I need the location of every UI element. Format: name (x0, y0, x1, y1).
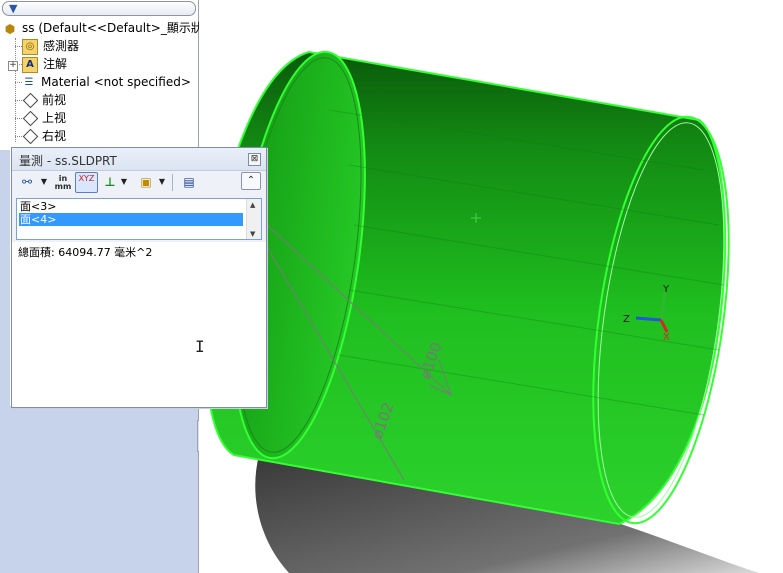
list-item-selected[interactable]: 面<4> (19, 213, 243, 226)
triad-x-label: X (663, 332, 670, 343)
tree-item-label: 右视 (42, 129, 67, 143)
tree-filter-bar[interactable]: ▼ (2, 1, 196, 16)
measure-toolbar: ⚯ ▼ in mm XYZ ⊥ ▼ ▣ ▼ ▤ ⌃ (12, 170, 266, 194)
model-view: ⌀100 ⌀102 Y Z X (204, 50, 759, 573)
tree-item-material[interactable]: ☰ Material <not specified> (22, 73, 191, 91)
sensor-dropdown[interactable]: ▼ (158, 172, 166, 192)
triad-z-label: Z (623, 314, 630, 325)
measure-title: 量測 - ss.SLDPRT (19, 154, 117, 168)
text-cursor-icon: I (195, 337, 205, 356)
selection-list[interactable]: 面<3> 面<4> ▲ ▼ (16, 198, 262, 240)
filter-funnel-icon[interactable]: ▼ (9, 2, 17, 15)
measure-title-bar[interactable]: 量測 - ss.SLDPRT ⊠ (12, 148, 266, 171)
tree-item-label: Material <not specified> (41, 75, 191, 89)
expand-annotations-toggle[interactable]: + (8, 61, 18, 71)
tree-item-right-plane[interactable]: 右视 (22, 127, 66, 145)
sensor-icon[interactable]: ▣ (138, 172, 154, 192)
arc-circle-measure-icon[interactable]: ⚯ (17, 172, 37, 192)
list-scrollbar[interactable]: ▲ ▼ (246, 199, 261, 239)
tree-item-part[interactable]: ⬢ ss (Default<<Default>_顯示狀 (3, 19, 203, 37)
tree-item-front-plane[interactable]: 前视 (22, 91, 66, 109)
units-precision-button[interactable]: in mm (54, 172, 72, 195)
tree-item-annotations[interactable]: A 注解 (22, 55, 67, 73)
tree-item-label: 前视 (42, 93, 67, 107)
collapse-button[interactable]: ⌃ (241, 172, 261, 190)
graphics-area[interactable]: ⌀100 ⌀102 Y Z X (199, 0, 783, 573)
result-panel: 總面積: 64094.77 毫米^2 I (12, 242, 266, 407)
tree-guide-line (15, 38, 16, 142)
tree-item-label: 感測器 (43, 39, 80, 53)
scroll-down-icon[interactable]: ▼ (250, 230, 255, 238)
annotation-icon: A (22, 56, 38, 73)
total-area-result: 總面積: 64094.77 毫米^2 (18, 246, 153, 259)
tree-item-label: ss (Default<<Default>_顯示狀 (22, 21, 203, 35)
tree-item-label: 注解 (43, 57, 68, 71)
tree-item-label: 上视 (42, 111, 67, 125)
list-item[interactable]: 面<3> (19, 200, 243, 213)
part-icon: ⬢ (4, 21, 16, 36)
projection-dropdown[interactable]: ▼ (120, 172, 128, 192)
measure-dialog[interactable]: 量測 - ss.SLDPRT ⊠ ⚯ ▼ in mm XYZ ⊥ ▼ ▣ ▼ ▤… (11, 147, 267, 408)
plane-icon (22, 128, 39, 145)
tree-item-top-plane[interactable]: 上视 (22, 109, 66, 127)
arc-options-dropdown[interactable]: ▼ (40, 172, 48, 192)
tree-item-sensors[interactable]: ◎ 感測器 (22, 37, 79, 55)
material-icon: ☰ (24, 76, 34, 88)
close-button[interactable]: ⊠ (248, 153, 261, 166)
panel-background-lower (0, 406, 198, 573)
plane-icon (22, 92, 39, 109)
xyz-button[interactable]: XYZ (75, 172, 98, 193)
plane-icon (22, 110, 39, 127)
sensor-folder-icon: ◎ (22, 38, 38, 55)
triad-y-label: Y (662, 284, 670, 295)
save-icon[interactable]: ▤ (180, 172, 198, 192)
scroll-up-icon[interactable]: ▲ (250, 201, 255, 209)
projection-axis-icon[interactable]: ⊥ (102, 172, 118, 192)
